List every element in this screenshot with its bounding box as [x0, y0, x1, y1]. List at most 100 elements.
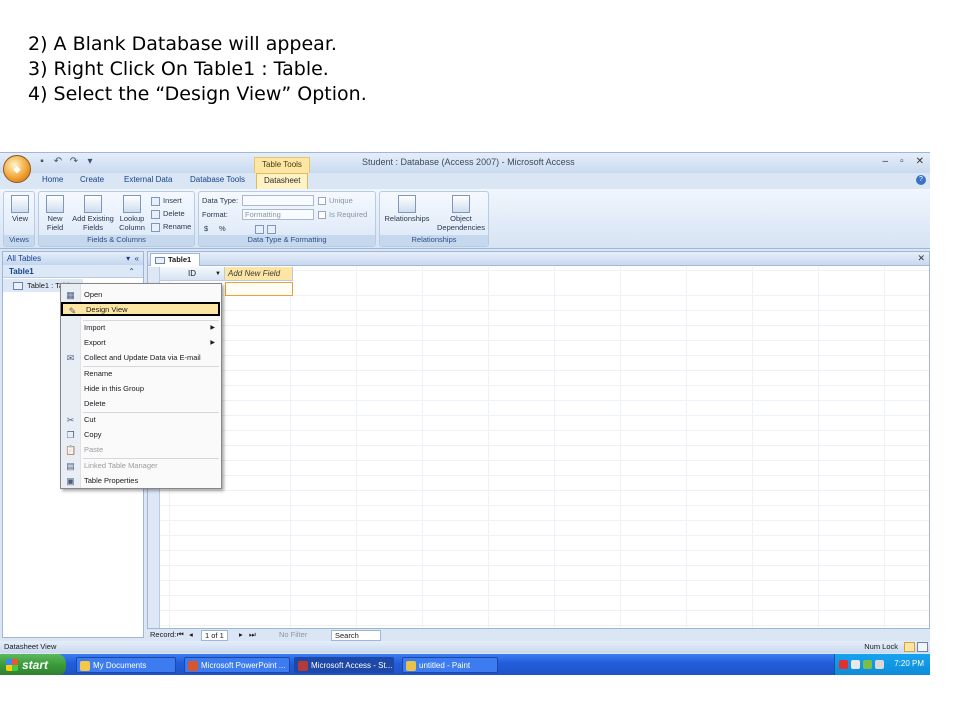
menu-item-label: Delete: [84, 399, 106, 408]
save-icon[interactable]: ▪: [36, 156, 48, 168]
nav-group-table1[interactable]: Table1 ⌃: [3, 265, 143, 278]
tab-datasheet[interactable]: Datasheet: [256, 173, 309, 189]
copy-icon: ❐: [66, 430, 75, 440]
datasheet-grid[interactable]: ID▼ Add New Field *: [148, 267, 929, 637]
close-document-icon[interactable]: ✕: [917, 253, 925, 264]
menu-item-open[interactable]: ▦ Open: [61, 288, 221, 302]
instruction-line-4: 4) Select the “Design View” Option.: [28, 83, 367, 105]
task-access[interactable]: Microsoft Access - St...: [294, 657, 394, 673]
view-button[interactable]: View: [8, 195, 32, 223]
task-label: Microsoft PowerPoint ...: [201, 661, 286, 670]
search-box[interactable]: Search: [331, 630, 381, 641]
undo-icon[interactable]: ↶: [52, 156, 64, 168]
menu-item-linked-table-manager: ▤ Linked Table Manager: [61, 459, 221, 473]
record-position-field[interactable]: 1 of 1: [201, 630, 228, 641]
tab-home[interactable]: Home: [42, 175, 63, 184]
is-required-checkbox[interactable]: Is Required: [318, 210, 367, 220]
insert-button[interactable]: Insert: [151, 196, 182, 206]
rename-button[interactable]: Rename: [151, 222, 191, 232]
menu-item-collect-data-email[interactable]: ✉ Collect and Update Data via E-mail: [61, 351, 221, 365]
document-tab-table1[interactable]: Table1: [150, 253, 201, 266]
menu-item-hide-in-group[interactable]: Hide in this Group: [61, 382, 221, 396]
unique-label: Unique: [329, 196, 353, 205]
office-button[interactable]: ◆: [3, 155, 31, 183]
customize-qat-icon[interactable]: ▾: [84, 156, 96, 168]
relationships-button[interactable]: Relationships: [382, 195, 432, 223]
taskbar-clock: 7:20 PM: [894, 659, 924, 668]
datasheet-view-icon[interactable]: [904, 642, 915, 652]
document-area: Table1 ✕ ID▼ Add New Field *: [147, 251, 930, 638]
paint-icon: [406, 661, 416, 671]
view-switcher: [904, 642, 928, 652]
tab-external-data[interactable]: External Data: [124, 175, 172, 184]
start-button[interactable]: start: [0, 654, 66, 675]
tray-network-icon[interactable]: [851, 660, 860, 669]
menu-item-table-properties[interactable]: ▣ Table Properties: [61, 474, 221, 488]
last-record-icon[interactable]: ⏭: [249, 630, 256, 640]
decimal-buttons[interactable]: [255, 224, 279, 234]
group-views-label: Views: [4, 235, 34, 246]
tab-database-tools[interactable]: Database Tools: [190, 175, 245, 184]
tray-volume-icon[interactable]: [875, 660, 884, 669]
first-record-icon[interactable]: ⏮: [177, 630, 184, 640]
nav-header[interactable]: All Tables ▾ «: [3, 252, 143, 265]
delete-label: Delete: [163, 209, 185, 218]
next-record-icon[interactable]: ▸: [239, 630, 243, 639]
chevron-down-icon[interactable]: ▼: [215, 267, 221, 281]
column-header-id[interactable]: ID ▼: [160, 267, 225, 281]
restore-icon[interactable]: ▫: [900, 156, 904, 167]
nav-group-label: Table1: [9, 267, 34, 276]
collapse-pane-icon[interactable]: «: [135, 254, 139, 263]
lookup-column-label: Lookup Column: [119, 214, 145, 232]
window-title: Student : Database (Access 2007) - Micro…: [362, 157, 575, 167]
unique-checkbox[interactable]: Unique: [318, 196, 353, 206]
paste-icon: 📋: [65, 445, 77, 455]
delete-button[interactable]: Delete: [151, 209, 185, 219]
add-existing-fields-icon: [84, 195, 102, 213]
status-num-lock: Num Lock: [864, 642, 898, 651]
menu-item-import[interactable]: Import ▶: [61, 321, 221, 335]
format-dropdown[interactable]: Formatting: [242, 209, 314, 220]
help-icon[interactable]: ?: [916, 175, 926, 185]
lookup-column-icon: [123, 195, 141, 213]
menu-item-design-view[interactable]: ✎ Design View: [61, 302, 220, 316]
percent-button[interactable]: %: [219, 224, 226, 233]
window-controls: – ▫ ✕: [883, 156, 925, 167]
close-icon[interactable]: ✕: [916, 156, 924, 167]
tray-security-icon[interactable]: [863, 660, 872, 669]
object-dependencies-button[interactable]: Object Dependencies: [434, 195, 488, 232]
menu-item-copy[interactable]: ❐ Copy: [61, 428, 221, 442]
redo-icon[interactable]: ↷: [68, 156, 80, 168]
menu-item-cut[interactable]: ✂ Cut: [61, 413, 221, 427]
currency-button[interactable]: $: [204, 224, 208, 233]
add-existing-fields-button[interactable]: Add Existing Fields: [69, 195, 117, 232]
collapse-group-icon[interactable]: ⌃: [128, 265, 135, 278]
insert-label: Insert: [163, 196, 182, 205]
minimize-icon[interactable]: –: [883, 156, 889, 167]
task-powerpoint[interactable]: Microsoft PowerPoint ...: [184, 657, 290, 673]
context-menu: ▦ Open ✎ Design View Import ▶ Export ▶ ✉ Coll…: [60, 283, 222, 489]
chevron-down-icon[interactable]: ▾: [126, 254, 130, 263]
no-filter-indicator[interactable]: No Filter: [279, 630, 307, 639]
menu-item-export[interactable]: Export ▶: [61, 336, 221, 350]
menu-item-rename[interactable]: Rename: [61, 367, 221, 381]
status-view: Datasheet View: [4, 642, 57, 651]
access-icon: [298, 661, 308, 671]
tab-create[interactable]: Create: [80, 175, 104, 184]
object-dependencies-icon: [452, 195, 470, 213]
column-header-id-label: ID: [188, 269, 196, 278]
menu-item-delete[interactable]: Delete: [61, 397, 221, 411]
nav-controls[interactable]: ▾ «: [126, 252, 139, 265]
task-paint[interactable]: untitled - Paint: [402, 657, 498, 673]
design-view-icon[interactable]: [917, 642, 928, 652]
task-my-documents[interactable]: My Documents: [76, 657, 176, 673]
tray-app-icon[interactable]: [839, 660, 848, 669]
new-field-cell[interactable]: [225, 282, 293, 296]
column-header-add-new-field[interactable]: Add New Field: [225, 267, 293, 281]
prev-record-icon[interactable]: ◂: [189, 630, 193, 639]
new-field-button[interactable]: New Field: [41, 195, 69, 232]
status-bar: Datasheet View Num Lock: [0, 641, 930, 653]
table-icon: [155, 256, 165, 264]
lookup-column-button[interactable]: Lookup Column: [117, 195, 147, 232]
data-type-dropdown[interactable]: [242, 195, 314, 206]
